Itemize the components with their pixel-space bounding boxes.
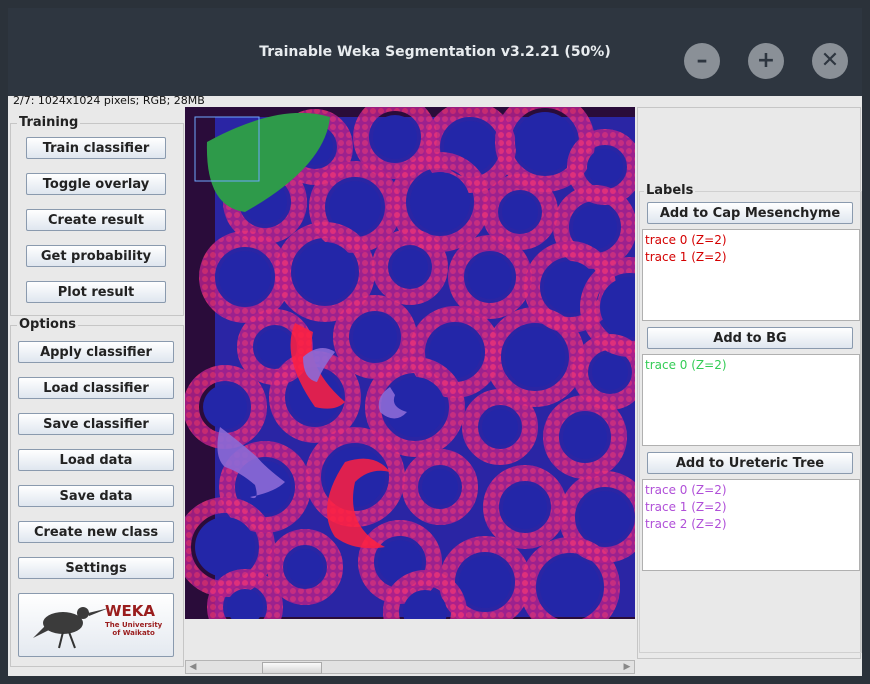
list-item[interactable]: trace 0 (Z=2) bbox=[645, 357, 857, 374]
add-to-ureteric-tree-button[interactable]: Add to Ureteric Tree bbox=[647, 452, 853, 474]
save-data-button[interactable]: Save data bbox=[18, 485, 174, 507]
scrollbar-thumb[interactable] bbox=[262, 662, 322, 674]
cap-mesenchyme-trace-list[interactable]: trace 0 (Z=2) trace 1 (Z=2) bbox=[642, 229, 860, 321]
tissue-lumen bbox=[392, 249, 428, 285]
train-classifier-button[interactable]: Train classifier bbox=[26, 137, 166, 159]
labels-legend: Labels bbox=[644, 183, 696, 198]
weka-logo-text: WEKA bbox=[105, 602, 156, 620]
options-panel: Options Apply classifier Load classifier… bbox=[10, 317, 184, 667]
tissue-lumen bbox=[503, 485, 547, 529]
options-legend: Options bbox=[17, 317, 78, 332]
create-result-button[interactable]: Create result bbox=[26, 209, 166, 231]
tissue-lumen bbox=[459, 556, 511, 608]
main-window: 2/7: 1024x1024 pixels; RGB; 28MB Trainin… bbox=[8, 94, 862, 676]
horizontal-scrollbar[interactable]: ◀ ▶ bbox=[185, 660, 635, 674]
image-info-label: 2/7: 1024x1024 pixels; RGB; 28MB bbox=[13, 94, 205, 107]
tissue-lumen bbox=[353, 315, 397, 359]
tissue-lumen bbox=[579, 491, 631, 543]
tissue-image[interactable] bbox=[185, 107, 635, 619]
tissue-lumen bbox=[295, 242, 355, 302]
window-title: Trainable Weka Segmentation v3.2.21 (50%… bbox=[259, 44, 611, 60]
create-new-class-button[interactable]: Create new class bbox=[18, 521, 174, 543]
save-classifier-button[interactable]: Save classifier bbox=[18, 413, 174, 435]
bg-trace-list[interactable]: trace 0 (Z=2) bbox=[642, 354, 860, 446]
tissue-lumen bbox=[468, 255, 512, 299]
get-probability-button[interactable]: Get probability bbox=[26, 245, 166, 267]
minimize-button[interactable]: – bbox=[684, 43, 720, 79]
tissue-lumen bbox=[505, 327, 565, 387]
tissue-lumen bbox=[373, 115, 417, 159]
list-item[interactable]: trace 0 (Z=2) bbox=[645, 482, 857, 499]
scroll-left-icon[interactable]: ◀ bbox=[187, 661, 199, 673]
load-data-button[interactable]: Load data bbox=[18, 449, 174, 471]
tissue-lumen bbox=[563, 415, 607, 459]
weka-logo-button[interactable]: WEKA The University of Waikato bbox=[18, 593, 174, 657]
scroll-right-icon[interactable]: ▶ bbox=[621, 661, 633, 673]
apply-classifier-button[interactable]: Apply classifier bbox=[18, 341, 174, 363]
tissue-lumen bbox=[502, 194, 538, 230]
close-button[interactable]: ✕ bbox=[812, 43, 848, 79]
tissue-lumen bbox=[422, 469, 458, 505]
plot-result-button[interactable]: Plot result bbox=[26, 281, 166, 303]
labels-panel: Labels Add to Cap Mesenchyme trace 0 (Z=… bbox=[639, 183, 862, 653]
list-item[interactable]: trace 1 (Z=2) bbox=[645, 499, 857, 516]
list-item[interactable]: trace 1 (Z=2) bbox=[645, 249, 857, 266]
image-canvas[interactable] bbox=[185, 107, 635, 619]
training-legend: Training bbox=[17, 115, 81, 130]
tissue-lumen bbox=[410, 172, 470, 232]
list-item[interactable]: trace 2 (Z=2) bbox=[645, 516, 857, 533]
ureteric-tree-trace-list[interactable]: trace 0 (Z=2) trace 1 (Z=2) trace 2 (Z=2… bbox=[642, 479, 860, 571]
add-to-bg-button[interactable]: Add to BG bbox=[647, 327, 853, 349]
toggle-overlay-button[interactable]: Toggle overlay bbox=[26, 173, 166, 195]
list-item[interactable]: trace 0 (Z=2) bbox=[645, 232, 857, 249]
maximize-button[interactable]: + bbox=[748, 43, 784, 79]
tissue-lumen bbox=[195, 517, 255, 577]
title-bar: Trainable Weka Segmentation v3.2.21 (50%… bbox=[8, 8, 862, 96]
tissue-lumen bbox=[515, 112, 575, 172]
tissue-lumen bbox=[219, 251, 271, 303]
settings-button[interactable]: Settings bbox=[18, 557, 174, 579]
tissue-lumen bbox=[592, 354, 628, 390]
tissue-lumen bbox=[257, 329, 293, 365]
add-to-cap-mesenchyme-button[interactable]: Add to Cap Mesenchyme bbox=[647, 202, 853, 224]
tissue-lumen bbox=[482, 409, 518, 445]
load-classifier-button[interactable]: Load classifier bbox=[18, 377, 174, 399]
training-panel: Training Train classifier Toggle overlay… bbox=[10, 115, 184, 316]
weka-logo-subtitle: The University of Waikato bbox=[105, 621, 163, 637]
tissue-lumen bbox=[540, 557, 600, 617]
tissue-lumen bbox=[287, 549, 323, 585]
tissue-lumen bbox=[203, 385, 247, 429]
tissue-lumen bbox=[587, 149, 623, 185]
